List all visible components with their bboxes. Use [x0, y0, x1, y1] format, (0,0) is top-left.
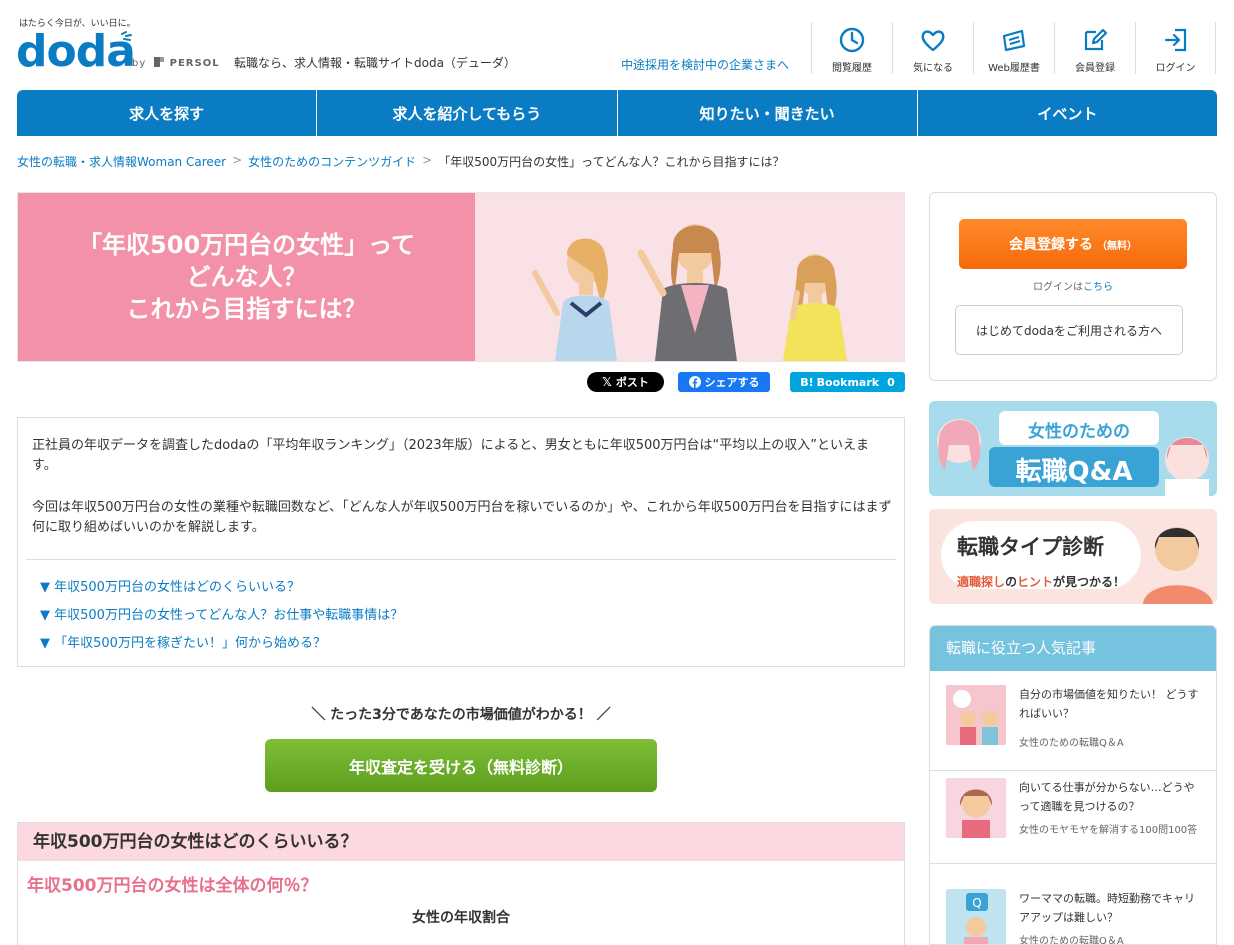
register-label: 会員登録する: [1009, 237, 1093, 253]
breadcrumb-content-guide[interactable]: 女性のためのコンテンツガイド: [248, 153, 416, 170]
type-banner-sub-b: の: [1005, 575, 1018, 589]
login-label: ログイン: [1155, 63, 1196, 74]
share-facebook-label: シェアする: [704, 376, 760, 389]
toc-link-2[interactable]: ▼ 年収500万円台の女性ってどんな人？お仕事や転職事情は？: [40, 604, 403, 623]
intro-divider: [26, 559, 896, 560]
share-facebook-button[interactable]: シェアする: [678, 372, 770, 392]
login-nav[interactable]: ログイン: [1135, 22, 1216, 74]
popular-articles: 転職に役立つ人気記事 自分の市場価値を知りたい！ どうすればいい？ 女性のための…: [929, 625, 1217, 945]
hatena-bookmark-button[interactable]: B! Bookmark 0: [790, 372, 905, 392]
type-banner-sub: 適職探しのヒントが見つかる！: [957, 573, 1125, 590]
hatena-count: 0: [887, 375, 895, 389]
salary-assessment-button[interactable]: 年収査定を受ける（無料診断）: [265, 739, 657, 792]
site-description: 転職なら、求人情報・転職サイトdoda（デューダ）: [234, 56, 516, 70]
share-x-button[interactable]: 𝕏 ポスト: [587, 372, 664, 392]
popular-article-3-title: ワーママの転職。時短勤務でキャリアアップは難しい？: [1019, 892, 1195, 924]
hero-title-panel: 「年収500万円台の女性」って どんな人？ これから目指すには？: [18, 193, 475, 361]
hatena-b-icon: B!: [800, 375, 814, 389]
career-type-banner[interactable]: 転職タイプ診断 適職探しのヒントが見つかる！: [929, 509, 1217, 604]
type-banner-title: 転職タイプ診断: [957, 535, 1104, 559]
share-x-label: ポスト: [615, 376, 649, 389]
toc-link-1[interactable]: ▼ 年収500万円台の女性はどのくらいいる？: [40, 576, 300, 595]
persol-mark-icon: [154, 57, 165, 67]
heart-icon: [921, 30, 945, 52]
popular-article-2-title: 向いてる仕事が分からない…どうやって適職を見つけるの？: [1019, 781, 1195, 813]
type-banner-sub-c: ヒント: [1017, 575, 1054, 589]
favorites-label: 気になる: [913, 63, 953, 74]
by-text: by: [132, 58, 147, 69]
cta-caption: ＼ たった3分であなたの市場価値がわかる！ ／: [311, 707, 611, 723]
nav-search-jobs[interactable]: 求人を探す: [17, 90, 318, 136]
nav-learn[interactable]: 知りたい・聞きたい: [618, 90, 918, 136]
resume-icon: [1002, 29, 1026, 52]
persol-byline: by PERSOL: [132, 57, 220, 69]
popular-article-3[interactable]: Q ワーママの転職。時短勤務でキャリアアップは難しい？ 女性のための転職Q＆A: [930, 875, 1216, 945]
breadcrumb-separator: >: [422, 153, 433, 167]
popular-heading: 転職に役立つ人気記事: [930, 626, 1216, 671]
popular-article-3-category: 女性のための転職Q＆A: [1019, 936, 1124, 945]
svg-text:Q: Q: [972, 896, 981, 910]
type-banner-sub-a: 適職探し: [957, 575, 1006, 589]
history-nav[interactable]: 閲覧履歴: [811, 22, 892, 74]
web-resume-label: Web履歴書: [988, 63, 1040, 74]
site-header: はたらく今日が、いい日に。 doda by PERSOL 転職なら、求人情報・転…: [0, 0, 1234, 90]
sidebar-member-box: 会員登録する （無料） ログインはこちら はじめてdodaをご利用される方へ: [929, 192, 1217, 381]
logo-spark-icon: [121, 31, 132, 41]
login-line: ログインはこちら: [930, 278, 1216, 293]
nav-events[interactable]: イベント: [918, 90, 1217, 136]
qa-banner-line1: 女性のための: [1028, 422, 1130, 442]
login-prefix: ログインは: [1033, 282, 1083, 293]
toc-link-3[interactable]: ▼ 「年収500万円を稼ぎたい！」何から始める？: [40, 632, 326, 651]
edit-icon: [1084, 28, 1108, 51]
type-banner-sub-d: が見つかる！: [1053, 575, 1126, 589]
breadcrumb-current: 「年収500万円台の女性」ってどんな人？これから目指すには？: [438, 155, 785, 169]
section-subheading: 年収500万円台の女性は全体の何％？: [27, 876, 318, 896]
popular-article-1-title: 自分の市場価値を知りたい！ どうすればいい？: [1019, 688, 1199, 720]
article-thumb-2: [946, 778, 1006, 838]
popular-article-1-category: 女性のための転職Q＆A: [1019, 738, 1124, 749]
breadcrumb-separator: >: [232, 153, 243, 167]
intro-box: 正社員の年収データを調査したdodaの「平均年収ランキング」（2023年版）によ…: [17, 417, 905, 667]
section-heading: 年収500万円台の女性はどのくらいいる？: [18, 823, 904, 861]
register-label: 会員登録: [1075, 63, 1115, 74]
chart-title: 女性の年収割合: [412, 910, 510, 926]
register-free-note: （無料）: [1097, 240, 1137, 252]
breadcrumb-woman-career[interactable]: 女性の転職・求人情報Woman Career: [17, 153, 226, 170]
hero-banner: 「年収500万円台の女性」って どんな人？ これから目指すには？: [17, 192, 905, 362]
history-label: 閲覧履歴: [832, 63, 872, 74]
popular-article-1[interactable]: 自分の市場価値を知りたい！ どうすればいい？ 女性のための転職Q＆A: [930, 671, 1216, 771]
x-logo-icon: 𝕏: [602, 375, 612, 389]
login-icon: [1164, 28, 1186, 52]
hero-title: 「年収500万円台の女性」って どんな人？ これから目指すには？: [78, 231, 415, 323]
popular-article-2-category: 女性のモヤモヤを解消する100問100答: [1019, 825, 1198, 836]
web-resume-nav[interactable]: Web履歴書: [973, 22, 1054, 74]
register-nav[interactable]: 会員登録: [1054, 22, 1135, 74]
nav-job-referral[interactable]: 求人を紹介してもらう: [317, 90, 618, 136]
clock-icon: [839, 27, 865, 53]
corporate-link[interactable]: 中途採用を検討中の企業さまへ: [621, 56, 789, 73]
popular-article-2[interactable]: 向いてる仕事が分からない…どうやって適職を見つけるの？ 女性のモヤモヤを解消する…: [930, 764, 1216, 864]
header-nav: 閲覧履歴 気になる Web履歴書 会員登録 ログイン: [811, 22, 1216, 74]
intro-paragraph-2: 今回は年収500万円台の女性の業種や転職回数など、「どんな人が年収500万円台を…: [32, 500, 892, 535]
hero-illustration: [475, 193, 904, 361]
intro-paragraph-1: 正社員の年収データを調査したdodaの「平均年収ランキング」（2023年版）によ…: [32, 438, 869, 473]
favorites-nav[interactable]: 気になる: [892, 22, 973, 74]
facebook-icon: [688, 376, 701, 388]
article-thumb-1: [946, 685, 1006, 745]
register-button[interactable]: 会員登録する （無料）: [959, 219, 1187, 269]
women-illustration: [532, 224, 847, 361]
hatena-label: Bookmark: [816, 375, 880, 389]
article-thumb-3: Q: [946, 889, 1006, 944]
qa-banner[interactable]: 女性のための 転職Q&A: [929, 401, 1217, 496]
section-women-income: 年収500万円台の女性はどのくらいいる？ 年収500万円台の女性は全体の何％？ …: [17, 822, 905, 945]
main-nav: 求人を探す 求人を紹介してもらう 知りたい・聞きたい イベント: [17, 90, 1217, 136]
persol-text: PERSOL: [169, 58, 220, 69]
first-time-button[interactable]: はじめてdodaをご利用される方へ: [955, 305, 1183, 355]
breadcrumb: 女性の転職・求人情報Woman Career > 女性のためのコンテンツガイド …: [17, 153, 785, 170]
qa-banner-line2: 転職Q&A: [1015, 457, 1133, 487]
login-here-link[interactable]: こちら: [1083, 282, 1113, 293]
